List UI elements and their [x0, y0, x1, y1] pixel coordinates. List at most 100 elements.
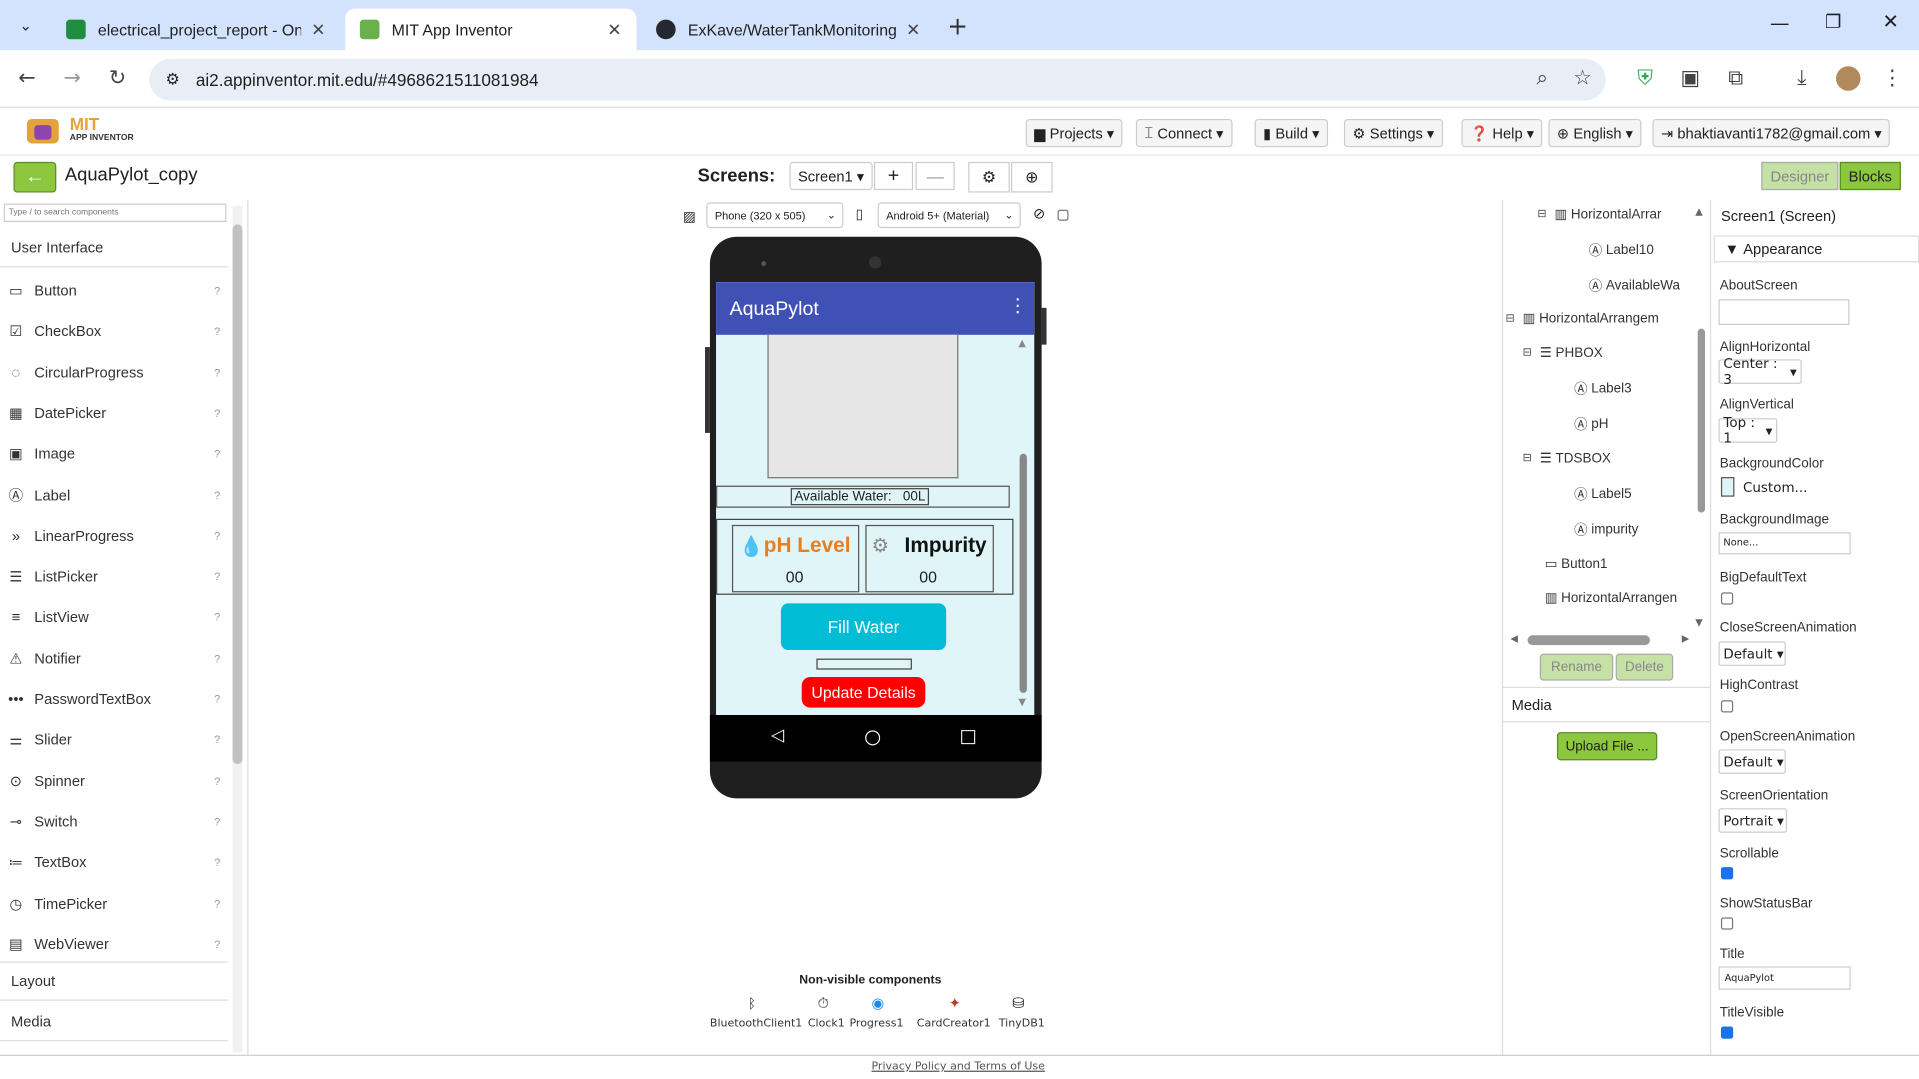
tree-node[interactable]: ⊟ ☰ PHBOX [1523, 345, 1603, 360]
tree-node[interactable]: Ⓐ AvailableWa [1589, 276, 1680, 296]
collapse-icon[interactable]: ⊟ [1537, 207, 1546, 220]
palette-item-date-picker[interactable]: ▦ DatePicker? [7, 401, 220, 426]
scrollable-checkbox[interactable] [1720, 867, 1734, 880]
browser-tab-2[interactable]: MIT App Inventor ✕ [345, 8, 637, 51]
site-info-icon[interactable]: ⚙ [149, 70, 196, 90]
tree-node[interactable]: ⊟ ☰ TDSBOX [1523, 450, 1611, 466]
progress-icon[interactable]: ◉ [871, 995, 884, 1012]
about-screen-input[interactable] [1718, 299, 1850, 325]
nonvisible-progress[interactable]: Progress1 [849, 1018, 903, 1030]
upload-file-button[interactable]: Upload File ... [1556, 732, 1658, 761]
palette-category-media[interactable]: Media [0, 1002, 228, 1042]
menu-language[interactable]: ⊕ English ▾ [1548, 118, 1642, 148]
profile-avatar[interactable] [1836, 66, 1861, 91]
palette-category-user-interface[interactable]: User Interface [0, 228, 228, 268]
extension-icon[interactable]: ▣ [1676, 64, 1705, 93]
nav-home-icon[interactable]: ○ [864, 725, 881, 748]
new-tab-icon[interactable]: + [947, 11, 968, 40]
minimize-icon[interactable]: — [1770, 11, 1790, 34]
designer-button[interactable]: Designer [1761, 161, 1839, 191]
forward-icon[interactable]: → [58, 64, 87, 93]
reload-icon[interactable]: ↻ [103, 64, 132, 93]
update-details-button[interactable]: Update Details [801, 676, 926, 708]
palette-item-time-picker[interactable]: ◷ TimePicker? [7, 891, 220, 916]
remove-screen-button[interactable]: — [915, 161, 955, 191]
nav-recents-icon[interactable]: □ [960, 725, 977, 747]
palette-item-image[interactable]: ▣ Image? [7, 442, 220, 467]
help-icon[interactable]: ? [214, 448, 220, 460]
hidden-components-checkbox[interactable] [1057, 209, 1069, 221]
screen-select[interactable]: Screen1 ▾ [789, 161, 873, 191]
menu-kebab-icon[interactable]: ⋮ [1878, 64, 1907, 93]
palette-item-web-viewer[interactable]: ▤ WebViewer? [7, 932, 220, 957]
device-size-select[interactable]: Phone (320 x 505) ⌄ [706, 202, 844, 229]
cardcreator-icon[interactable]: ✦ [949, 995, 961, 1012]
help-icon[interactable]: ? [214, 489, 220, 501]
fill-water-button[interactable]: Fill Water [780, 603, 947, 650]
close-animation-select[interactable]: Default ▾ [1718, 641, 1786, 666]
help-icon[interactable]: ? [214, 285, 220, 297]
tree-node[interactable]: ⒶpH [1574, 415, 1608, 435]
tree-node[interactable]: ▭ Button1 [1545, 556, 1608, 571]
download-icon[interactable]: ⤓ [1787, 64, 1816, 93]
close-window-icon[interactable]: ✕ [1883, 10, 1899, 33]
palette-item-notifier[interactable]: ⚠ Notifier? [7, 646, 220, 671]
screen-scrollbar[interactable]: ▲ ▼ [1017, 337, 1029, 711]
collapse-icon[interactable]: ⊟ [1523, 346, 1532, 359]
bookmark-star-icon[interactable]: ☆ [1568, 64, 1597, 93]
menu-account[interactable]: ⇥ bhaktiavanti1782@gmail.com ▾ [1652, 118, 1891, 148]
browser-tab-1[interactable]: electrical_project_report - Onlin ✕ [51, 9, 340, 51]
menu-build[interactable]: ▮ Build ▾ [1254, 118, 1329, 148]
add-screen-button[interactable]: + [873, 161, 914, 191]
menu-projects[interactable]: ▆ Projects ▾ [1025, 118, 1123, 148]
palette-item-textbox[interactable]: ≔ TextBox? [7, 850, 221, 875]
close-tab-icon[interactable]: ✕ [311, 19, 325, 40]
palette-scrollbar[interactable] [232, 206, 243, 1053]
tree-node[interactable]: ⊟ ▥ HorizontalArrar [1537, 206, 1661, 222]
palette-item-circular-progress[interactable]: ◌ CircularProgress? [7, 360, 221, 385]
palette-item-button[interactable]: ▭ Button? [7, 278, 220, 303]
nonvisible-cardcreator[interactable]: CardCreator1 [917, 1018, 991, 1030]
title-visible-checkbox[interactable] [1720, 1026, 1734, 1039]
browser-tab-3[interactable]: ExKave/WaterTankMonitoring ✕ [641, 9, 935, 51]
close-tab-icon[interactable]: ✕ [607, 19, 621, 40]
help-icon[interactable]: ? [214, 775, 220, 787]
back-to-projects-button[interactable]: ← [13, 161, 57, 193]
close-tab-icon[interactable]: ✕ [906, 19, 920, 40]
palette-item-password-textbox[interactable]: ••• PasswordTextBox? [7, 687, 220, 712]
tree-node[interactable]: Ⓐ Label10 [1589, 240, 1654, 260]
tree-node[interactable]: ▥ HorizontalArrangen [1545, 590, 1677, 606]
bluetooth-icon[interactable]: ᛒ [748, 996, 756, 1012]
help-icon[interactable]: ? [214, 938, 220, 950]
tree-hscrollbar[interactable]: ◀ ▶ [1510, 633, 1689, 646]
tree-node[interactable]: ⊟ ▥ HorizontalArrangem [1506, 310, 1659, 326]
collapse-icon[interactable]: ⊟ [1523, 451, 1532, 464]
help-icon[interactable]: ? [214, 856, 220, 868]
palette-item-switch[interactable]: ⊸ Switch? [7, 809, 221, 834]
help-icon[interactable]: ? [214, 530, 220, 542]
overflow-menu-icon[interactable]: ⋮ [1009, 294, 1027, 316]
tab-search-icon[interactable]: ⌄ [12, 12, 39, 39]
hidden-components-icon[interactable]: ⊘ [1033, 205, 1045, 222]
delete-button[interactable]: Delete [1615, 653, 1674, 681]
palette-item-list-picker[interactable]: ☰ ListPicker? [7, 564, 220, 589]
palette-item-list-view[interactable]: ≡ ListView? [7, 605, 221, 630]
title-input[interactable]: AquaPylot [1718, 966, 1851, 990]
menu-help[interactable]: ❓ Help ▾ [1461, 118, 1543, 148]
privacy-link[interactable]: Privacy Policy and Terms of Use [871, 1061, 1044, 1073]
palette-item-linear-progress[interactable]: » LinearProgress? [7, 523, 221, 548]
tree-node[interactable]: Ⓐimpurity [1574, 520, 1638, 540]
help-icon[interactable]: ? [214, 693, 220, 705]
theme-select[interactable]: Android 5+ (Material) ⌄ [877, 202, 1021, 229]
back-icon[interactable]: ← [12, 64, 41, 93]
background-image-picker[interactable]: None... [1718, 532, 1851, 555]
collapse-icon[interactable]: ⊟ [1506, 312, 1515, 325]
align-vertical-select[interactable]: Top : 1 ▾ [1718, 415, 1778, 446]
align-horizontal-select[interactable]: Center : 3 ▾ [1718, 356, 1802, 388]
background-color-swatch[interactable] [1720, 477, 1735, 497]
help-icon[interactable]: ? [214, 366, 220, 378]
palette-item-spinner[interactable]: ⊙ Spinner? [7, 768, 221, 793]
nonvisible-tinydb[interactable]: TinyDB1 [999, 1018, 1045, 1030]
puzzle-icon[interactable]: ⧉ [1721, 64, 1750, 93]
image-toggle-icon[interactable]: ▨ [683, 208, 696, 224]
